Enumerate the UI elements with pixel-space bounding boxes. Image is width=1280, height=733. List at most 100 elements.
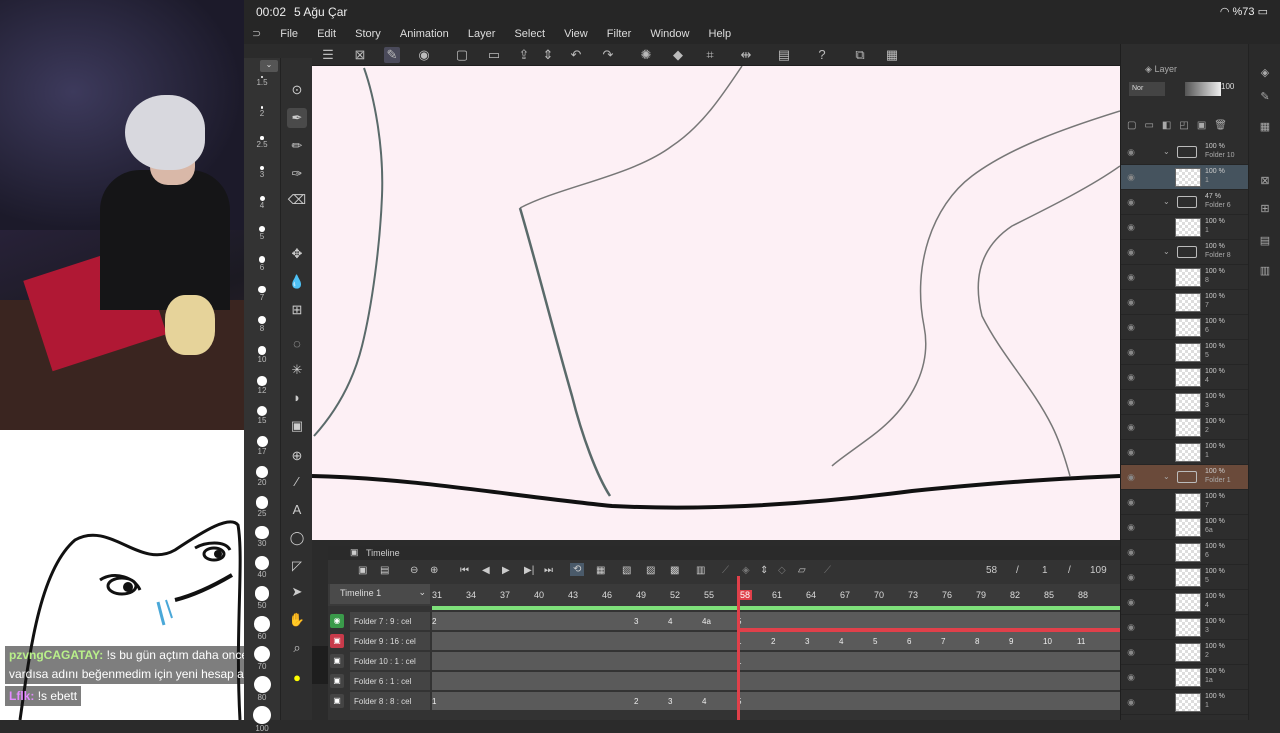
- transform-tool-icon[interactable]: ⊞: [287, 300, 307, 320]
- eye-icon[interactable]: ◉: [1125, 597, 1137, 609]
- delete-icon[interactable]: 🗑: [1214, 120, 1235, 131]
- opacity-slider[interactable]: [1185, 82, 1221, 96]
- brush-size-item[interactable]: 2.5: [244, 136, 280, 149]
- hand-tool-icon[interactable]: ✋: [287, 610, 307, 630]
- cel-number[interactable]: 3: [668, 697, 672, 706]
- move-tool-icon[interactable]: ✥: [287, 244, 307, 264]
- cel-number[interactable]: 9: [1009, 637, 1013, 646]
- eye-icon[interactable]: ◉: [1125, 572, 1137, 584]
- eye-icon[interactable]: ◉: [1125, 472, 1137, 484]
- track-cels[interactable]: 1234567891011: [432, 628, 1120, 650]
- menu-view[interactable]: View: [556, 25, 596, 43]
- onion-skin-icon[interactable]: ▨: [646, 565, 655, 576]
- brush-tool-icon[interactable]: ✑: [287, 164, 307, 184]
- eye-icon[interactable]: ◉: [1125, 197, 1137, 209]
- brush-size-item[interactable]: 10: [244, 346, 280, 364]
- lock-icon[interactable]: ▣: [1197, 120, 1214, 131]
- eye-icon[interactable]: ◉: [1125, 297, 1137, 309]
- brush-size-item[interactable]: 70: [244, 646, 280, 671]
- cel-number[interactable]: 11: [1077, 637, 1085, 646]
- eye-icon[interactable]: ◉: [1125, 222, 1137, 234]
- clip-icon[interactable]: ◰: [1179, 120, 1196, 131]
- new-raster-icon[interactable]: ▢: [1127, 120, 1144, 131]
- new-cel-icon[interactable]: ▦: [596, 565, 605, 576]
- eye-icon[interactable]: ◉: [1125, 272, 1137, 284]
- menu-layer[interactable]: Layer: [460, 25, 504, 43]
- layer-folder-row[interactable]: ◉ ⌄ 100 % Folder 10: [1121, 140, 1249, 165]
- ruler-tool-icon[interactable]: ◸: [287, 556, 307, 576]
- menu-edit[interactable]: Edit: [309, 25, 344, 43]
- layer-row[interactable]: ◉ 100 % 8: [1121, 265, 1249, 290]
- panel-icon[interactable]: ▦: [1257, 120, 1273, 136]
- next-frame-icon[interactable]: ▶|: [524, 565, 534, 576]
- pencil-tool-icon[interactable]: ✏: [287, 136, 307, 156]
- eraser-tool-icon[interactable]: ⌫: [287, 190, 307, 210]
- timeline-name-dropdown[interactable]: Timeline 1 ⌄: [330, 584, 430, 604]
- layer-row[interactable]: ◉ 100 % 1: [1121, 690, 1249, 715]
- eye-icon[interactable]: ◉: [1125, 247, 1137, 259]
- edit-mode-icon[interactable]: ✎: [384, 47, 400, 63]
- play-icon[interactable]: ▶: [502, 565, 510, 576]
- eye-icon[interactable]: ◉: [1125, 622, 1137, 634]
- redo-icon[interactable]: ↷: [600, 47, 616, 63]
- brush-size-item[interactable]: 25: [244, 496, 280, 518]
- menu-window[interactable]: Window: [642, 25, 697, 43]
- track-visibility-icon[interactable]: ◉: [330, 614, 344, 628]
- view-rotate-icon[interactable]: ⊙: [287, 80, 307, 100]
- eye-icon[interactable]: ◉: [1125, 147, 1137, 159]
- layer-row[interactable]: ◉ 100 % 2: [1121, 415, 1249, 440]
- cel-number[interactable]: 4: [839, 637, 843, 646]
- timeline-settings-icon[interactable]: ▤: [380, 565, 389, 576]
- open-folder-icon[interactable]: ▭: [486, 47, 502, 63]
- brush-size-item[interactable]: 7: [244, 286, 280, 302]
- eye-icon[interactable]: ◉: [1125, 172, 1137, 184]
- layer-row[interactable]: ◉ 100 % 4: [1121, 590, 1249, 615]
- layer-row[interactable]: ◉ 100 % 3: [1121, 390, 1249, 415]
- new-folder-icon[interactable]: ▭: [1144, 120, 1161, 131]
- cel-number[interactable]: 2: [432, 617, 436, 626]
- chevron-down-icon[interactable]: ⌄: [1163, 197, 1170, 206]
- mask-icon[interactable]: ◧: [1162, 120, 1179, 131]
- grid-icon[interactable]: ▦: [884, 47, 900, 63]
- brush-size-item[interactable]: 20: [244, 466, 280, 487]
- cel-number[interactable]: 4a: [702, 617, 711, 626]
- track-cels[interactable]: [432, 672, 1120, 690]
- gradient-tool-icon[interactable]: ▣: [287, 416, 307, 436]
- magic-wand-icon[interactable]: ✳: [287, 360, 307, 380]
- chevron-down-icon[interactable]: ⌄: [1163, 247, 1170, 256]
- eye-icon[interactable]: ◉: [1125, 497, 1137, 509]
- navigator-icon[interactable]: ⊞: [1257, 202, 1273, 218]
- track-cels[interactable]: 12345: [432, 692, 1120, 710]
- track-visibility-icon[interactable]: ▣: [330, 694, 344, 708]
- menu-select[interactable]: Select: [506, 25, 553, 43]
- menu-help[interactable]: Help: [701, 25, 740, 43]
- pen-tool-icon[interactable]: ✒: [287, 108, 307, 128]
- brush-size-item[interactable]: 40: [244, 556, 280, 579]
- eye-icon[interactable]: ◉: [1125, 422, 1137, 434]
- opacity-value[interactable]: 100: [1221, 82, 1234, 91]
- blend-mode-select[interactable]: Nor: [1129, 82, 1165, 96]
- layer-row[interactable]: ◉ 100 % 6: [1121, 315, 1249, 340]
- brush-size-item[interactable]: 100: [244, 706, 280, 733]
- eye-icon[interactable]: ◉: [1125, 672, 1137, 684]
- undo-icon[interactable]: ↶: [568, 47, 584, 63]
- zoom-out-icon[interactable]: ⊖: [410, 565, 418, 576]
- total-frames[interactable]: 109: [1090, 565, 1107, 576]
- pen-key-icon[interactable]: ⟋: [824, 565, 831, 576]
- layer-folder-row[interactable]: ◉ ⌄ 100 % Folder 1: [1121, 465, 1249, 490]
- layer-row[interactable]: ◉ 100 % 7: [1121, 290, 1249, 315]
- close-panel-icon[interactable]: ⊠: [1257, 174, 1273, 190]
- track-cels[interactable]: 1: [432, 652, 1120, 670]
- eye-icon[interactable]: ◉: [1125, 447, 1137, 459]
- layer-row[interactable]: ◉ 100 % 6a: [1121, 515, 1249, 540]
- flip-icon[interactable]: ⇹: [738, 47, 754, 63]
- layer-row[interactable]: ◉ 100 % 1: [1121, 165, 1249, 190]
- app-logo-icon[interactable]: ⊃: [244, 24, 269, 43]
- line-tool-icon[interactable]: ⁄: [287, 472, 307, 492]
- eye-icon[interactable]: ◉: [1125, 547, 1137, 559]
- brush-size-item[interactable]: 3: [244, 166, 280, 179]
- timeline-track-row[interactable]: ▣ Folder 6 : 1 : cel: [328, 672, 1120, 690]
- cel-number[interactable]: 4: [668, 617, 672, 626]
- balloon-tool-icon[interactable]: ◯: [287, 528, 307, 548]
- brush-size-item[interactable]: 1.5: [244, 76, 280, 87]
